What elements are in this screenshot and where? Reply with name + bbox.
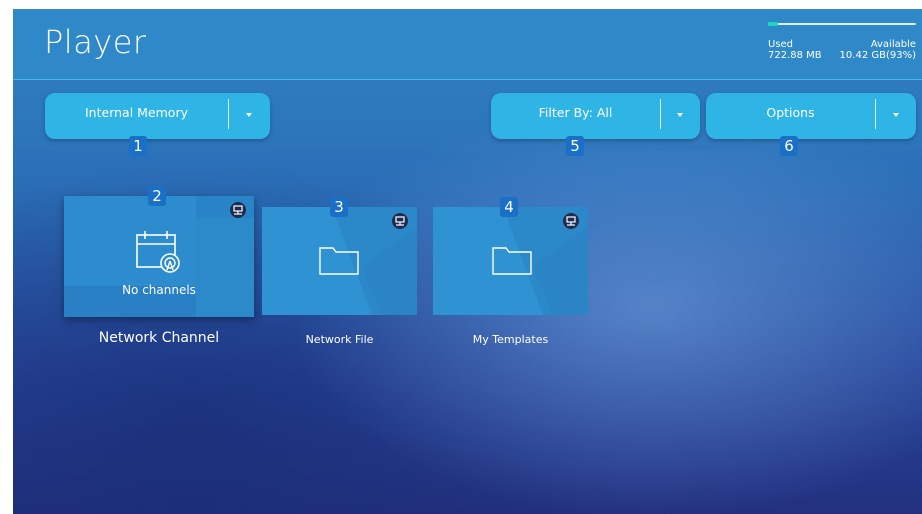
tile-caption: Network Channel xyxy=(98,330,220,346)
header-bar: Player Used 722.88 MB Available 10.42 GB… xyxy=(13,9,922,80)
callout-badge: 6 xyxy=(780,136,798,156)
storage-used-value: 722.88 MB xyxy=(768,50,822,61)
network-icon xyxy=(563,213,579,229)
dropdown-separator xyxy=(660,99,661,129)
callout-badge: 2 xyxy=(148,186,166,206)
network-file-tile[interactable] xyxy=(262,207,417,315)
storage-indicator: Used 722.88 MB Available 10.42 GB(93%) xyxy=(768,22,916,61)
toolbar: Internal Memory 1 Filter By: All 5 Optio… xyxy=(13,80,922,156)
network-channel-tile[interactable]: No channels xyxy=(64,196,254,317)
network-icon xyxy=(230,202,246,218)
tile-caption: My Templates xyxy=(472,333,549,346)
storage-available-label: Available xyxy=(870,39,916,50)
callout-badge: 5 xyxy=(566,136,584,156)
callout-badge: 1 xyxy=(129,136,147,156)
filter-dropdown[interactable]: Filter By: All xyxy=(491,93,700,139)
filter-dropdown-label: Filter By: All xyxy=(538,105,613,120)
storage-available-value: 10.42 GB(93%) xyxy=(839,50,916,61)
calendar-broadcast-icon xyxy=(136,231,180,273)
storage-bar xyxy=(768,22,916,26)
options-dropdown-label: Options xyxy=(766,105,815,120)
network-icon xyxy=(392,213,408,229)
storage-dropdown[interactable]: Internal Memory xyxy=(45,93,270,139)
my-templates-tile[interactable] xyxy=(433,207,588,315)
callout-badge: 3 xyxy=(330,197,348,217)
tile-caption: Network File xyxy=(305,333,374,346)
callout-badge: 4 xyxy=(500,197,518,217)
player-screen: Player Used 722.88 MB Available 10.42 GB… xyxy=(13,9,922,514)
dropdown-separator xyxy=(875,99,876,129)
chevron-down-icon[interactable] xyxy=(677,113,683,117)
storage-used-label: Used xyxy=(768,39,794,50)
tile-status-text: No channels xyxy=(122,283,196,297)
folder-icon xyxy=(492,247,532,275)
dropdown-separator xyxy=(228,99,229,129)
storage-dropdown-label: Internal Memory xyxy=(85,105,188,120)
chevron-down-icon[interactable] xyxy=(246,113,252,117)
page-title: Player xyxy=(44,23,147,61)
folder-icon xyxy=(319,247,359,275)
chevron-down-icon[interactable] xyxy=(893,113,899,117)
storage-used-fill xyxy=(768,22,779,26)
options-dropdown[interactable]: Options xyxy=(706,93,916,139)
